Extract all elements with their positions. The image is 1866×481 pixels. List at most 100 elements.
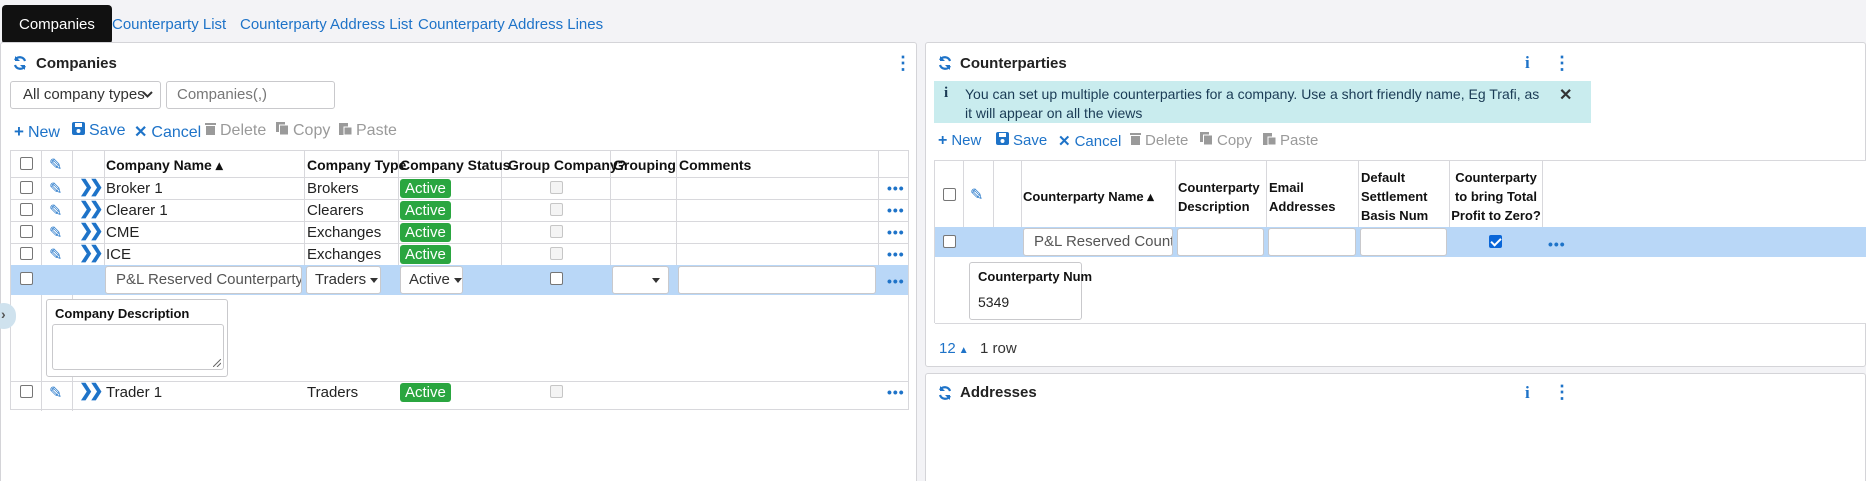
col-header-group-company[interactable]: Group Company? [508, 157, 626, 173]
chevron-down-icon [142, 91, 153, 98]
ellipsis-icon[interactable]: ••• [887, 180, 905, 196]
grouping-dropdown[interactable] [612, 266, 669, 294]
pencil-icon[interactable]: ✎ [49, 155, 62, 175]
double-chevron-icon[interactable]: ❯❯ [79, 221, 103, 241]
table-row-editing[interactable]: P&L Reserved Counterparty ••• [935, 227, 1866, 257]
info-text: You can set up multiple counterparties f… [965, 86, 1540, 121]
new-button[interactable]: + New [14, 122, 60, 142]
double-chevron-icon[interactable]: ❯❯ [79, 199, 103, 219]
plus-icon: + [938, 132, 948, 149]
status-badge: Active [400, 201, 451, 220]
save-label: Save [1013, 132, 1048, 149]
pencil-icon[interactable]: ✎ [49, 383, 62, 403]
row-checkbox[interactable] [20, 181, 33, 194]
new-button[interactable]: + New [938, 132, 981, 150]
row-checkbox[interactable] [20, 385, 33, 398]
save-button[interactable]: Save [72, 122, 125, 140]
delete-button[interactable]: Delete [205, 122, 266, 140]
ellipsis-icon[interactable]: ••• [887, 246, 905, 262]
company-type-dropdown-value: Traders [315, 271, 367, 288]
tab-counterparty-address-lines[interactable]: Counterparty Address Lines [418, 5, 603, 44]
double-chevron-icon[interactable]: ❯❯ [79, 243, 103, 263]
kebab-icon[interactable]: ⋮ [1553, 382, 1571, 403]
row-checkbox[interactable] [20, 203, 33, 216]
save-button[interactable]: Save [996, 132, 1047, 149]
ellipsis-icon[interactable]: ••• [887, 384, 905, 400]
ellipsis-icon[interactable]: ••• [887, 202, 905, 218]
x-icon: ✕ [134, 124, 148, 141]
company-name-input[interactable]: P&L Reserved Counterparty [105, 266, 302, 294]
refresh-icon[interactable] [937, 55, 953, 71]
kebab-icon[interactable]: ⋮ [894, 53, 912, 74]
counterparty-description-input[interactable] [1177, 228, 1264, 256]
new-label: New [27, 124, 60, 141]
kebab-icon[interactable]: ⋮ [1553, 53, 1571, 74]
pencil-icon[interactable]: ✎ [49, 179, 62, 199]
comments-input[interactable] [678, 266, 876, 294]
row-checkbox[interactable] [20, 247, 33, 260]
paste-label: Paste [356, 122, 397, 139]
row-checkbox[interactable] [20, 272, 33, 285]
info-icon[interactable]: i [1525, 383, 1530, 403]
paste-button[interactable]: Paste [1263, 132, 1318, 149]
col-header-counterparty-description[interactable]: Counterparty Description [1178, 178, 1263, 216]
company-type-select-value: All company types [23, 86, 145, 103]
tab-counterparty-list[interactable]: Counterparty List [112, 5, 226, 44]
close-icon[interactable]: ✕ [1559, 85, 1572, 105]
row-checkbox[interactable] [20, 225, 33, 238]
copy-button[interactable]: Copy [276, 122, 330, 140]
ellipsis-icon[interactable]: ••• [887, 224, 905, 240]
group-company-checkbox[interactable] [550, 272, 563, 285]
table-row-editing[interactable]: P&L Reserved Counterparty Traders Active… [11, 265, 908, 295]
double-chevron-icon[interactable]: ❯❯ [79, 177, 103, 197]
pencil-icon[interactable]: ✎ [49, 245, 62, 265]
company-name-cell: Trader 1 [106, 384, 163, 401]
copy-button[interactable]: Copy [1200, 132, 1252, 149]
refresh-icon[interactable] [937, 385, 953, 401]
paste-button[interactable]: Paste [339, 122, 397, 140]
col-header-company-type[interactable]: Company Type [307, 157, 406, 173]
row-checkbox[interactable] [943, 235, 956, 248]
col-header-comments[interactable]: Comments [679, 157, 751, 173]
profit-zero-checkbox[interactable] [1489, 235, 1502, 248]
status-badge: Active [400, 383, 451, 402]
col-header-default-settlement-basis[interactable]: Default Settlement Basis Num [1361, 168, 1443, 225]
cancel-button[interactable]: ✕ Cancel [1058, 132, 1121, 150]
double-chevron-icon[interactable]: ❯❯ [79, 381, 103, 401]
pencil-icon[interactable]: ✎ [970, 185, 983, 205]
cancel-button[interactable]: ✕ Cancel [134, 122, 201, 142]
ellipsis-icon[interactable]: ••• [1548, 236, 1566, 252]
caret-up-icon: ▲ [958, 345, 969, 356]
select-all-checkbox[interactable] [943, 188, 956, 201]
caret-icon [370, 277, 379, 283]
company-description-textarea[interactable] [52, 324, 224, 370]
company-name-cell: Broker 1 [106, 180, 163, 197]
col-header-grouping[interactable]: Grouping [613, 157, 676, 173]
tab-companies[interactable]: Companies [2, 5, 112, 44]
page-size-select[interactable]: 12 ▲ [939, 340, 969, 357]
info-icon[interactable]: i [1525, 53, 1530, 73]
company-type-cell: Traders [307, 384, 359, 401]
col-header-company-name[interactable]: Company Name ▴ [106, 157, 223, 174]
company-type-cell: Exchanges [307, 246, 382, 263]
refresh-icon[interactable] [12, 55, 28, 71]
col-header-profit-zero[interactable]: Counterparty to bring Total Profit to Ze… [1451, 168, 1541, 225]
select-all-checkbox[interactable] [20, 157, 33, 170]
col-header-counterparty-name[interactable]: Counterparty Name ▴ [1023, 189, 1154, 205]
col-header-email-addresses[interactable]: Email Addresses [1269, 178, 1349, 216]
delete-button[interactable]: Delete [1130, 132, 1188, 149]
email-addresses-input[interactable] [1268, 228, 1356, 256]
col-header-company-status[interactable]: Company Status [400, 157, 510, 173]
companies-search-input[interactable]: Companies(,) [166, 81, 335, 109]
ellipsis-icon[interactable]: ••• [887, 273, 905, 289]
company-type-select[interactable]: All company types [10, 81, 161, 109]
counterparty-name-input[interactable]: P&L Reserved Counterparty [1023, 228, 1173, 256]
tab-counterparty-address-list[interactable]: Counterparty Address List [240, 5, 413, 44]
new-label: New [951, 132, 982, 149]
pencil-icon[interactable]: ✎ [49, 223, 62, 243]
pencil-icon[interactable]: ✎ [49, 201, 62, 221]
company-type-dropdown[interactable]: Traders [306, 266, 381, 294]
settlement-basis-input[interactable] [1360, 228, 1447, 256]
company-status-dropdown[interactable]: Active [400, 266, 463, 294]
resize-handle-icon[interactable] [213, 359, 221, 367]
